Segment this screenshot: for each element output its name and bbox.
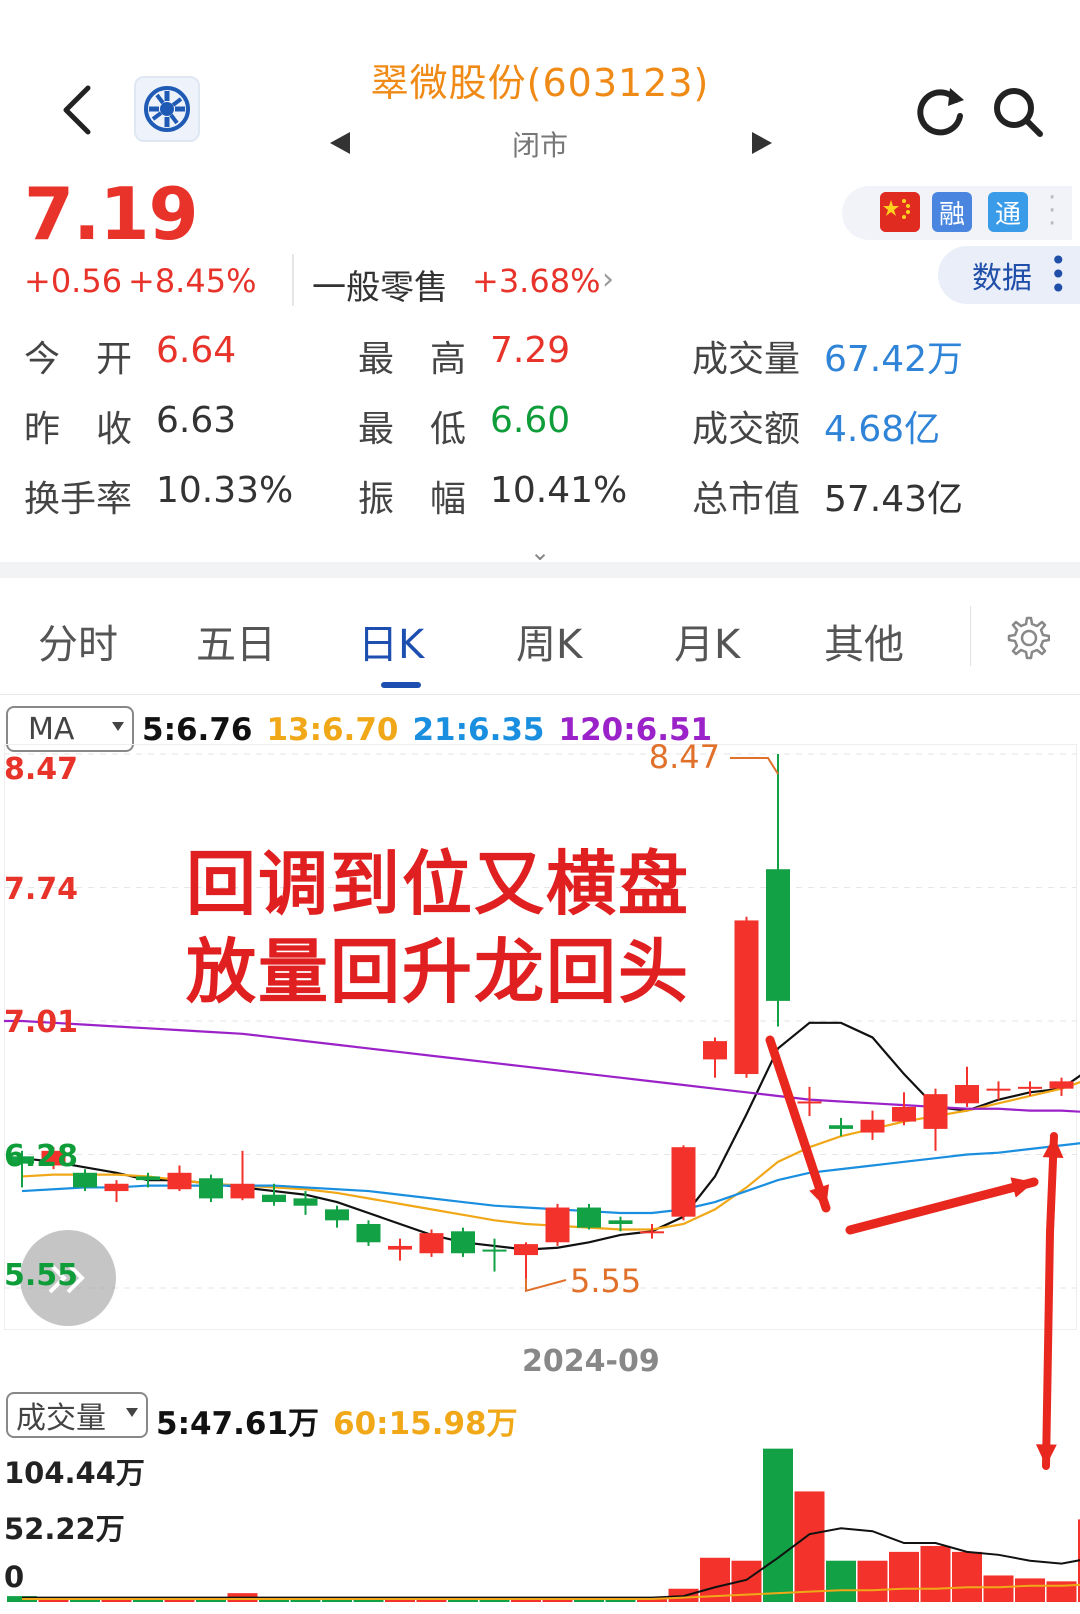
down-arrow — [765, 1035, 831, 1213]
volume-axis-label: 0 — [4, 1560, 25, 1594]
stat-label: 最 高 — [358, 339, 467, 380]
stat-value: 7.29 — [490, 330, 571, 371]
up-arrow-head — [1042, 1136, 1064, 1159]
stat-label: 成交额 — [692, 409, 801, 450]
stat-value: 6.64 — [156, 330, 237, 371]
stat-label: 总市值 — [692, 479, 801, 520]
stat-label: 今 开 — [24, 339, 133, 380]
down-arrow-volume — [1042, 1228, 1054, 1470]
tab-4[interactable]: 周K — [516, 612, 582, 670]
stat-value: 4.68亿 — [824, 409, 941, 450]
price-axis-label: 6.28 — [4, 1138, 79, 1174]
stat-value: 67.42万 — [824, 339, 964, 380]
tab-2[interactable]: 五日 — [196, 612, 276, 670]
stat-value: 10.33% — [156, 470, 294, 511]
stat-label: 昨 收 — [24, 409, 133, 450]
up-right-arrow — [845, 1177, 1039, 1235]
volume-axis-label: 104.44万 — [4, 1456, 145, 1490]
annotation-arrows — [765, 1035, 1064, 1470]
stat-value: 10.41% — [490, 470, 628, 511]
tab-1[interactable]: 分时 — [38, 612, 118, 670]
price-axis-label: 5.55 — [4, 1258, 79, 1293]
stat-label: 换手率 — [24, 479, 133, 520]
price-axis-label: 8.47 — [4, 752, 79, 787]
tab-3[interactable]: 日K — [358, 612, 424, 670]
price-axis-label: 7.74 — [4, 871, 79, 907]
stat-value: 57.43亿 — [824, 479, 964, 520]
tab-6[interactable]: 其他 — [824, 612, 904, 670]
stat-label: 振 幅 — [358, 479, 467, 520]
volume-axis-label: 52.22万 — [4, 1512, 125, 1546]
down-arrow-head — [809, 1184, 830, 1208]
stat-value: 6.60 — [490, 400, 571, 441]
stat-label: 最 低 — [358, 409, 467, 450]
tab-5[interactable]: 月K — [674, 612, 740, 670]
stat-label: 成交量 — [692, 339, 801, 380]
down-arrow-volume-head — [1035, 1444, 1057, 1466]
price-axis-label: 7.01 — [4, 1005, 79, 1040]
stat-value: 6.63 — [156, 400, 237, 441]
